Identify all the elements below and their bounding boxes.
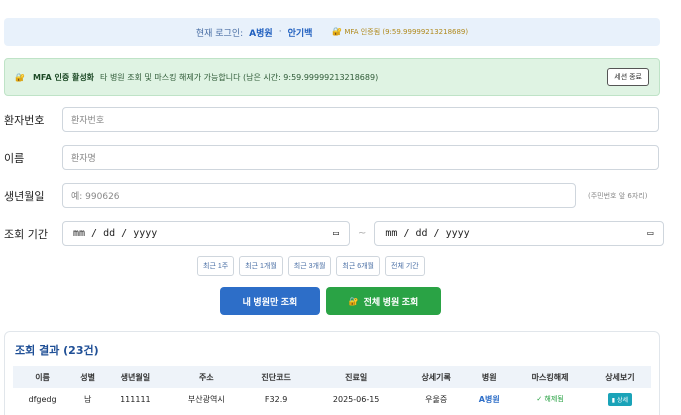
column-header: 병원 xyxy=(481,372,497,382)
mfa-alert: 🔐 MFA 인증 활성화 타 병원 조회 및 마스킹 해제가 가능합니다 (남은… xyxy=(4,58,660,96)
cell-detail: ▮ 상세 xyxy=(589,388,651,410)
all-hospital-search-button[interactable]: 🔐 전체 병원 조회 xyxy=(326,287,441,315)
login-status-bar: 현재 로그인: A병원 · 안기백 🔐 MFA 인증됨 (9:59.9999921… xyxy=(4,18,660,46)
patient-no-label: 환자번호 xyxy=(4,113,45,127)
detail-button[interactable]: ▮ 상세 xyxy=(607,392,633,406)
all-hospital-search-label: 전체 병원 조회 xyxy=(363,296,419,307)
birth-row: 생년월일 예: 990626 (주민번호 앞 6자리) xyxy=(4,183,647,208)
cell-name: dfgedg xyxy=(28,394,57,404)
quick-range-6m[interactable]: 최근 6개월 xyxy=(336,256,380,276)
name-row: 이름 환자명 xyxy=(4,145,659,170)
cell-birth: 111111 xyxy=(120,394,151,404)
cell-sex: 남 xyxy=(83,394,92,404)
birth-label: 생년월일 xyxy=(4,189,45,203)
column-header: 상세보기 xyxy=(605,372,635,382)
patient-no-input[interactable]: 환자번호 xyxy=(62,107,659,132)
column-header: 성별 xyxy=(80,372,96,382)
detail-button-label: 상세 xyxy=(617,396,629,404)
document-icon: ▮ xyxy=(611,396,616,404)
calendar-icon[interactable]: ▭ xyxy=(333,228,339,239)
birth-hint: (주민번호 앞 6자리) xyxy=(588,191,648,200)
quick-range-group: 최근 1주 최근 1개월 최근 3개월 최근 6개월 전체 기간 xyxy=(197,256,425,276)
results-header-row: 이름 성별 생년월일 주소 진단코드 진료일 상세기록 병원 마스킹해제 상세보… xyxy=(13,366,651,388)
column-header: 마스킹해제 xyxy=(531,372,569,382)
cell-unmask: ✓ 해제됨 xyxy=(511,388,589,410)
name-label: 이름 xyxy=(4,151,25,165)
quick-range-1m[interactable]: 최근 1개월 xyxy=(239,256,283,276)
login-separator: · xyxy=(278,27,282,37)
results-panel: 조회 결과 (23건) 이름 성별 생년월일 주소 진단코드 진료일 상세기록 … xyxy=(4,331,660,415)
login-user: 안기백 xyxy=(287,28,313,39)
column-header: 생년월일 xyxy=(120,372,151,382)
column-header: 진료일 xyxy=(345,372,368,382)
mfa-status: 🔐 MFA 인증됨 (9:59.99999213218689) xyxy=(332,27,468,37)
period-start-value: mm / dd / yyyy xyxy=(73,228,158,239)
birth-input[interactable]: 예: 990626 xyxy=(62,183,576,208)
login-hospital: A병원 xyxy=(249,28,273,39)
mfa-status-text: MFA 인증됨 (9:59.99999213218689) xyxy=(344,28,469,36)
search-actions: 내 병원만 조회 🔐 전체 병원 조회 xyxy=(220,287,441,315)
lock-icon: 🔐 xyxy=(348,296,359,306)
my-hospital-search-button[interactable]: 내 병원만 조회 xyxy=(220,287,320,315)
cell-diag-code: F32.9 xyxy=(264,394,288,404)
table-row[interactable]: dfgedg 남 111111 부산광역시 F32.9 2025-06-15 우… xyxy=(13,388,651,410)
cell-visit-date: 2025-06-15 xyxy=(332,394,380,404)
period-start-input[interactable]: mm / dd / yyyy ▭ xyxy=(62,221,350,246)
mfa-alert-message: 타 병원 조회 및 마스킹 해제가 가능합니다 (남은 시간: 9:59.999… xyxy=(100,72,379,82)
login-label: 현재 로그인: xyxy=(195,28,244,39)
results-table: 이름 성별 생년월일 주소 진단코드 진료일 상세기록 병원 마스킹해제 상세보… xyxy=(13,366,651,410)
quick-range-3m[interactable]: 최근 3개월 xyxy=(287,256,332,276)
column-header: 이름 xyxy=(35,372,50,382)
calendar-icon[interactable]: ▭ xyxy=(647,228,653,239)
unmask-status: ✓ 해제됨 xyxy=(536,395,564,403)
period-end-value: mm / dd / yyyy xyxy=(385,228,470,239)
quick-range-1w[interactable]: 최근 1주 xyxy=(197,256,235,276)
period-separator: ~ xyxy=(358,228,367,239)
mfa-alert-title: MFA 인증 활성화 xyxy=(32,72,95,82)
session-end-button[interactable]: 세션 종료 xyxy=(607,68,649,86)
results-title: 조회 결과 (23건) xyxy=(15,344,99,357)
column-header: 진단코드 xyxy=(261,372,291,382)
patient-no-row: 환자번호 환자번호 xyxy=(4,107,659,132)
cell-record: 우울증 xyxy=(425,394,448,404)
birth-placeholder: 예: 990626 xyxy=(71,192,120,202)
name-placeholder: 환자명 xyxy=(71,154,96,164)
column-header: 주소 xyxy=(198,372,214,382)
cell-hospital: A병원 xyxy=(478,394,500,404)
period-row: 조회 기간 mm / dd / yyyy ▭ ~ mm / dd / yyyy … xyxy=(4,221,665,246)
period-end-input[interactable]: mm / dd / yyyy ▭ xyxy=(374,221,665,246)
period-label: 조회 기간 xyxy=(4,227,48,241)
lock-icon: 🔐 xyxy=(332,27,343,36)
lock-icon: 🔐 xyxy=(15,72,25,82)
column-header: 상세기록 xyxy=(421,372,451,382)
quick-range-all[interactable]: 전체 기간 xyxy=(385,256,425,276)
name-input[interactable]: 환자명 xyxy=(62,145,659,170)
patient-no-placeholder: 환자번호 xyxy=(71,116,105,126)
cell-address: 부산광역시 xyxy=(187,394,225,404)
